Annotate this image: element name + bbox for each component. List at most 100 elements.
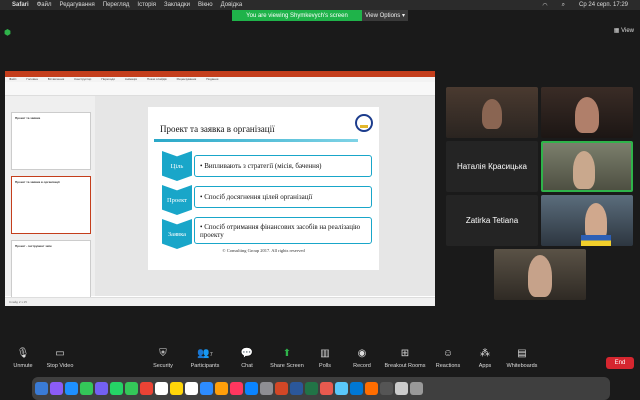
zoom-icon[interactable] <box>200 382 213 395</box>
apps-button[interactable]: ⁂ Apps <box>474 345 496 369</box>
participant-tile[interactable]: Zatirka Tetiana <box>446 195 538 246</box>
view-options-button[interactable]: View Options ▾ <box>362 10 408 21</box>
excel-icon[interactable] <box>305 382 318 395</box>
ppt-tab: Показ слайдів <box>146 77 167 81</box>
calendar-icon[interactable] <box>155 382 168 395</box>
slide-title: Проект та заявка в організації <box>160 124 275 134</box>
polls-button[interactable]: ▥ Polls <box>314 345 336 369</box>
whiteboards-button[interactable]: ▤ Whiteboards <box>502 345 542 369</box>
mac-menubar: Safari Файл Редагування Перегляд Історія… <box>0 0 640 10</box>
participant-name: Zatirka Tetiana <box>465 216 519 225</box>
menu-bookmarks[interactable]: Закладки <box>164 2 190 8</box>
participant-tile[interactable] <box>541 195 633 246</box>
downloads-icon[interactable] <box>395 382 408 395</box>
whiteboard-icon: ▤ <box>517 348 527 359</box>
slide-thumbnail-selected: Проект та заявка в організації <box>11 176 91 234</box>
record-label: Record <box>353 363 371 369</box>
participant-tile[interactable] <box>494 249 586 300</box>
unmute-button[interactable]: 🎙 Unmute <box>8 345 38 369</box>
menu-view[interactable]: Перегляд <box>103 2 130 8</box>
thumbnail-title: Проект та заявка <box>15 116 41 120</box>
security-label: Security <box>153 363 173 369</box>
ppt-ribbon <box>5 82 435 96</box>
current-slide: Проект та заявка в організації Ціль • Ви… <box>148 107 379 270</box>
ppt-tab: Вставлення <box>47 77 65 81</box>
menu-datetime[interactable]: Ср 24 серп. 17:29 <box>579 2 628 9</box>
participant-tile[interactable] <box>446 87 538 138</box>
preview-icon[interactable] <box>335 382 348 395</box>
wifi-icon[interactable]: ◠ <box>542 2 547 9</box>
powerpoint-icon[interactable] <box>275 382 288 395</box>
viber-icon[interactable] <box>95 382 108 395</box>
record-button[interactable]: ◉ Record <box>348 345 376 369</box>
security-button[interactable]: ⛨ Security <box>148 345 178 369</box>
slide-footer: © Consulting Group 2017. All rights rese… <box>222 248 305 253</box>
finder-icon[interactable] <box>35 382 48 395</box>
chat-button[interactable]: 💬 Chat <box>236 345 258 369</box>
acrobat-icon[interactable] <box>320 382 333 395</box>
participant-figure <box>573 151 595 189</box>
step-chevron: Заявка <box>162 219 192 249</box>
participants-button[interactable]: 👥7 Participants <box>185 345 225 369</box>
breakout-rooms-icon: ⊞ <box>400 348 410 359</box>
participant-name: Наталія Красицька <box>457 162 527 171</box>
photos-icon[interactable] <box>215 382 228 395</box>
participant-tile[interactable] <box>541 87 633 138</box>
facetime-icon[interactable] <box>125 382 138 395</box>
reminders-icon[interactable] <box>185 382 198 395</box>
thumbnail-title: Проект - інструмент змін <box>15 244 52 248</box>
stop-video-button[interactable]: ▭ Stop Video <box>42 345 78 369</box>
search-icon[interactable]: ⌕ <box>562 2 565 9</box>
end-meeting-button[interactable]: End <box>606 357 634 369</box>
shield-icon: ⛨ <box>159 348 167 359</box>
ppt-statusbar: Слайд 2 з 15 <box>5 297 435 306</box>
participant-tile-active[interactable] <box>541 141 633 192</box>
menu-help[interactable]: Довідка <box>221 2 243 8</box>
consulting-logo <box>355 114 373 132</box>
launchpad-icon[interactable] <box>50 382 63 395</box>
ppt-tab: Головна <box>26 77 38 81</box>
app-store-icon[interactable] <box>245 382 258 395</box>
word-icon[interactable] <box>290 382 303 395</box>
music-icon[interactable] <box>230 382 243 395</box>
trash-icon[interactable] <box>410 382 423 395</box>
menu-edit[interactable]: Редагування <box>59 2 94 8</box>
whatsapp-icon[interactable] <box>110 382 123 395</box>
polls-label: Polls <box>319 363 331 369</box>
menu-window[interactable]: Вікно <box>198 2 213 8</box>
polls-icon: ▥ <box>320 348 330 359</box>
menu-history[interactable]: Історія <box>137 2 156 8</box>
step-text: • Випливають з стратегії (місія, бачення… <box>194 155 372 177</box>
share-screen-button[interactable]: ⬆ Share Screen <box>266 345 308 369</box>
slide-thumbnail-pane: Проект та заявка Проект та заявка в орга… <box>5 96 95 298</box>
stop-video-label: Stop Video <box>46 363 74 369</box>
view-label: View <box>621 28 634 34</box>
mac-dock <box>32 377 610 400</box>
participants-icon: 👥7 <box>197 348 213 359</box>
participant-figure <box>575 97 599 133</box>
chrome-icon[interactable] <box>140 382 153 395</box>
ppt-tab: Конструктор <box>74 77 92 81</box>
outlook-icon[interactable] <box>350 382 363 395</box>
ppt-tab: Подання <box>206 77 219 81</box>
view-button[interactable]: ▦ View <box>614 27 634 34</box>
notes-icon[interactable] <box>170 382 183 395</box>
settings-icon[interactable] <box>260 382 273 395</box>
breakout-rooms-button[interactable]: ⊞ Breakout Rooms <box>382 345 428 369</box>
safari-icon[interactable] <box>65 382 78 395</box>
chat-label: Chat <box>241 363 253 369</box>
reactions-icon: ☺ <box>442 348 454 359</box>
reactions-label: Reactions <box>435 363 461 369</box>
share-screen-label: Share Screen <box>270 363 304 369</box>
books-icon[interactable] <box>365 382 378 395</box>
messages-icon[interactable] <box>80 382 93 395</box>
participant-tile[interactable]: Наталія Красицька <box>446 141 538 192</box>
security-shield-icon[interactable]: ⬢ <box>4 28 11 37</box>
menu-app-name[interactable]: Safari <box>12 2 29 8</box>
menu-file[interactable]: Файл <box>37 2 52 8</box>
ppt-tab: Рецензування <box>176 77 197 81</box>
printer-icon[interactable] <box>380 382 393 395</box>
zoom-toolbar: 🎙 Unmute ▭ Stop Video ⛨ Security 👥7 Part… <box>0 345 640 378</box>
slide-thumbnail: Проект та заявка <box>11 112 91 170</box>
reactions-button[interactable]: ☺ Reactions <box>433 345 463 369</box>
